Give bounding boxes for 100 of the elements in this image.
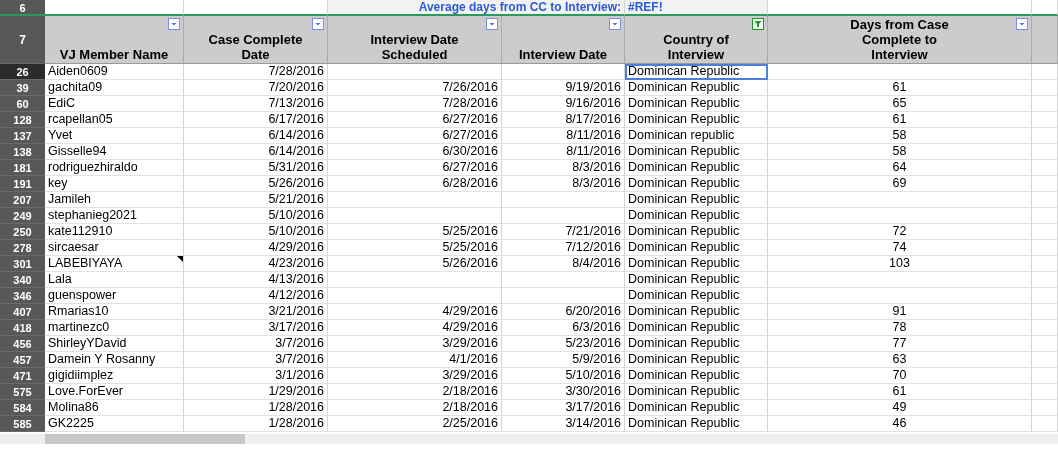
table-cell: Lala [45, 272, 184, 288]
row-number[interactable]: 584 [0, 400, 45, 416]
empty-cell [1032, 400, 1058, 416]
row-number[interactable]: 7 [0, 16, 45, 64]
dropdown-icon[interactable] [486, 18, 498, 30]
row-number[interactable]: 418 [0, 320, 45, 336]
table-cell: 58 [768, 144, 1032, 160]
table-cell: 8/11/2016 [502, 128, 625, 144]
table-cell: 4/12/2016 [184, 288, 328, 304]
empty-cell [1032, 304, 1058, 320]
table-cell: 9/16/2016 [502, 96, 625, 112]
table-cell: 7/26/2016 [328, 80, 502, 96]
row-number[interactable]: 457 [0, 352, 45, 368]
dropdown-icon[interactable] [312, 18, 324, 30]
empty-cell [1032, 128, 1058, 144]
table-cell: 78 [768, 320, 1032, 336]
table-cell: 69 [768, 176, 1032, 192]
table-cell: Dominican republic [625, 128, 768, 144]
table-cell: 8/3/2016 [502, 176, 625, 192]
table-cell: 6/30/2016 [328, 144, 502, 160]
table-cell: 5/9/2016 [502, 352, 625, 368]
row-number[interactable]: 137 [0, 128, 45, 144]
table-cell: Aiden0609 [45, 64, 184, 80]
empty-cell [1032, 256, 1058, 272]
row-number[interactable]: 249 [0, 208, 45, 224]
row-number[interactable]: 207 [0, 192, 45, 208]
table-cell: guenspower [45, 288, 184, 304]
table-cell: 74 [768, 240, 1032, 256]
filter-funnel-icon[interactable] [752, 18, 764, 30]
table-cell: GK2225 [45, 416, 184, 432]
empty-cell [1032, 176, 1058, 192]
table-cell: 2/18/2016 [328, 400, 502, 416]
table-cell: ShirleyYDavid [45, 336, 184, 352]
table-cell: 65 [768, 96, 1032, 112]
row-number[interactable]: 407 [0, 304, 45, 320]
row-number[interactable]: 585 [0, 416, 45, 432]
row-number[interactable]: 301 [0, 256, 45, 272]
empty-cell [1032, 368, 1058, 384]
table-cell: 5/10/2016 [184, 224, 328, 240]
dropdown-icon[interactable] [168, 18, 180, 30]
row-number[interactable]: 346 [0, 288, 45, 304]
table-cell: 58 [768, 128, 1032, 144]
row-number[interactable]: 456 [0, 336, 45, 352]
row-number[interactable]: 128 [0, 112, 45, 128]
table-cell: 5/21/2016 [184, 192, 328, 208]
table-cell: 77 [768, 336, 1032, 352]
table-cell: 3/30/2016 [502, 384, 625, 400]
table-cell: Dominican Republic [625, 272, 768, 288]
row-number[interactable]: 250 [0, 224, 45, 240]
row-number[interactable]: 39 [0, 80, 45, 96]
table-cell: 8/4/2016 [502, 256, 625, 272]
table-cell: 61 [768, 80, 1032, 96]
table-cell: 6/28/2016 [328, 176, 502, 192]
table-cell: Dominican Republic [625, 64, 768, 80]
summary-label: Average days from CC to Interview: [328, 0, 625, 16]
dropdown-icon[interactable] [1016, 18, 1028, 30]
empty-cell [1032, 208, 1058, 224]
empty-cell [1032, 384, 1058, 400]
table-cell: 63 [768, 352, 1032, 368]
table-cell: 4/29/2016 [184, 240, 328, 256]
row-number[interactable]: 26 [0, 64, 45, 80]
table-cell: 3/17/2016 [502, 400, 625, 416]
table-cell: Dominican Republic [625, 160, 768, 176]
table-cell: 8/3/2016 [502, 160, 625, 176]
row-number[interactable]: 471 [0, 368, 45, 384]
empty-cell [1032, 192, 1058, 208]
empty-cell [1032, 96, 1058, 112]
table-cell: 6/14/2016 [184, 144, 328, 160]
table-cell: martinezc0 [45, 320, 184, 336]
empty-cell [1032, 160, 1058, 176]
row-number[interactable]: 138 [0, 144, 45, 160]
row-number[interactable]: 6 [0, 0, 45, 16]
table-cell: 61 [768, 384, 1032, 400]
table-cell: 6/3/2016 [502, 320, 625, 336]
row-number[interactable]: 181 [0, 160, 45, 176]
row-number[interactable]: 191 [0, 176, 45, 192]
table-cell: Dominican Republic [625, 288, 768, 304]
column-header-label: Interview Date Scheduled [369, 32, 460, 62]
table-cell: Yvet [45, 128, 184, 144]
row-number[interactable]: 60 [0, 96, 45, 112]
horizontal-scrollbar[interactable] [45, 434, 245, 444]
table-cell: 3/17/2016 [184, 320, 328, 336]
table-cell: 6/27/2016 [328, 160, 502, 176]
dropdown-icon[interactable] [609, 18, 621, 30]
row-number[interactable]: 278 [0, 240, 45, 256]
table-cell: 5/26/2016 [328, 256, 502, 272]
table-cell: 3/29/2016 [328, 368, 502, 384]
table-cell: Dominican Republic [625, 208, 768, 224]
table-cell: 6/27/2016 [328, 112, 502, 128]
row-number[interactable]: 340 [0, 272, 45, 288]
table-cell: Dominican Republic [625, 192, 768, 208]
table-cell: LABEBIYAYA [45, 256, 184, 272]
table-cell: 5/10/2016 [184, 208, 328, 224]
table-cell: Molina86 [45, 400, 184, 416]
column-header-label: Country of Interview [662, 32, 730, 62]
table-cell: Dominican Republic [625, 96, 768, 112]
row-number[interactable]: 575 [0, 384, 45, 400]
empty-cell [1032, 320, 1058, 336]
empty-cell [1032, 240, 1058, 256]
table-cell: 4/1/2016 [328, 352, 502, 368]
